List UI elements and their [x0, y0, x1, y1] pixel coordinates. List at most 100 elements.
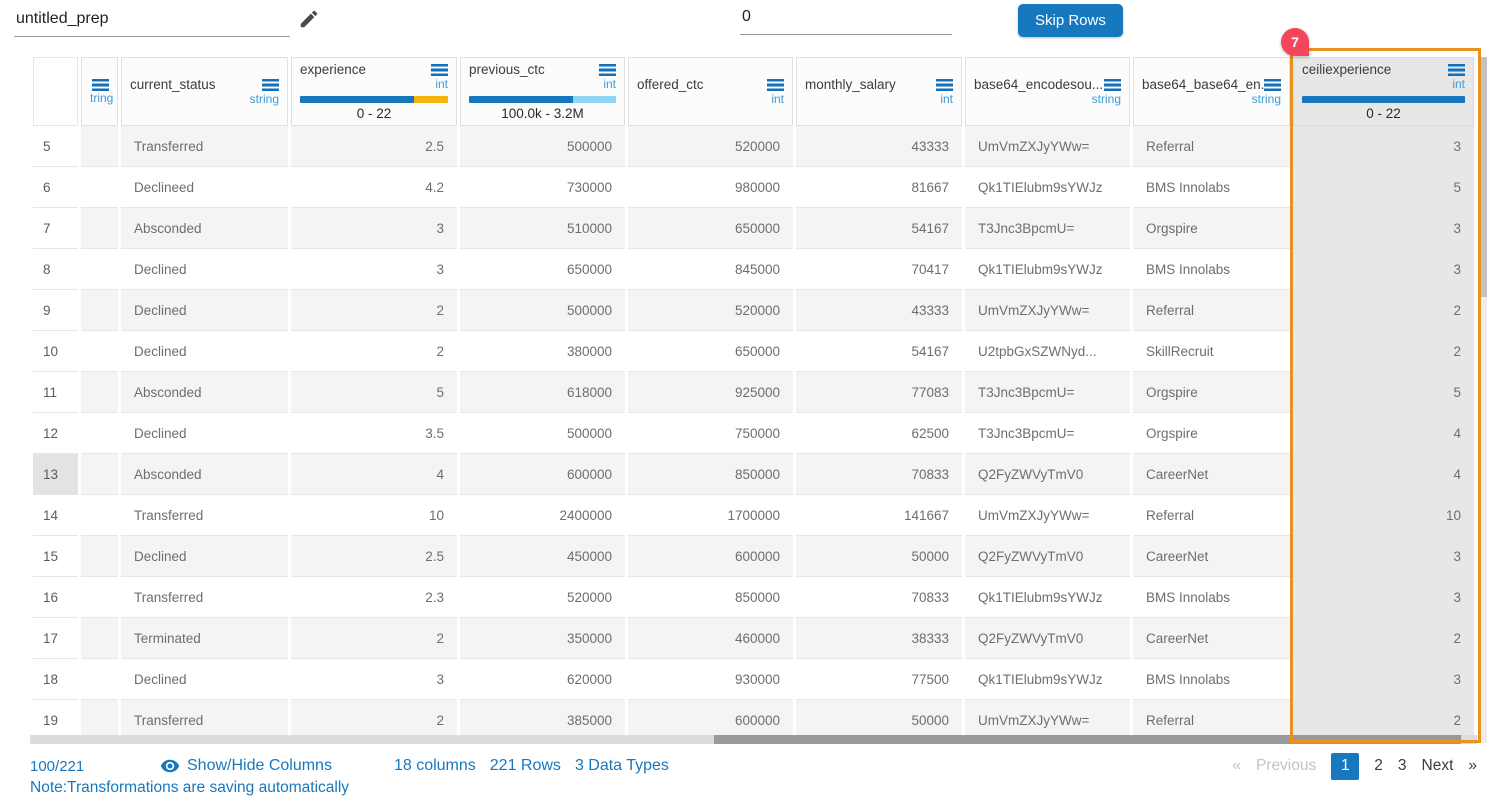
skip-rows-input[interactable] [740, 6, 952, 35]
table-cell[interactable]: Declined [121, 413, 288, 454]
table-cell[interactable]: Referral [1133, 290, 1290, 331]
table-cell[interactable]: CareerNet [1133, 454, 1290, 495]
table-cell[interactable]: 2.5 [291, 126, 457, 167]
table-cell[interactable]: T3Jnc3BpcmU= [965, 208, 1130, 249]
table-cell[interactable]: 850000 [628, 454, 793, 495]
step-count-badge[interactable]: 7 [1281, 28, 1309, 56]
table-cell[interactable]: Declined [121, 536, 288, 577]
table-cell[interactable]: 2.3 [291, 577, 457, 618]
column-header-experience[interactable]: experienceint0 - 22 [291, 57, 457, 126]
table-cell[interactable]: 2 [291, 290, 457, 331]
table-cell[interactable]: CareerNet [1133, 536, 1290, 577]
row-number-cell[interactable]: 13 [33, 454, 78, 495]
column-header-base64_base64_en...[interactable]: base64_base64_en...string [1133, 57, 1290, 126]
table-cell[interactable]: 3 [1293, 126, 1474, 167]
table-cell[interactable]: 10 [291, 495, 457, 536]
table-cell[interactable]: 54167 [796, 208, 962, 249]
table-cell[interactable] [81, 536, 118, 577]
table-cell[interactable]: 380000 [460, 331, 625, 372]
table-cell[interactable]: 845000 [628, 249, 793, 290]
table-cell[interactable]: 460000 [628, 618, 793, 659]
table-cell[interactable] [81, 454, 118, 495]
table-cell[interactable]: Transferred [121, 577, 288, 618]
page-1-button[interactable]: 1 [1331, 753, 1359, 780]
next-button[interactable]: Next [1422, 757, 1454, 775]
table-cell[interactable]: 5 [1293, 167, 1474, 208]
table-cell[interactable]: 925000 [628, 372, 793, 413]
table-cell[interactable] [81, 126, 118, 167]
column-menu-icon[interactable] [936, 79, 953, 91]
table-cell[interactable]: U2tpbGxSZWNyd... [965, 331, 1130, 372]
table-cell[interactable]: 930000 [628, 659, 793, 700]
table-cell[interactable]: T3Jnc3BpcmU= [965, 413, 1130, 454]
table-cell[interactable]: 3 [1293, 249, 1474, 290]
page-2-button[interactable]: 2 [1374, 757, 1383, 775]
table-cell[interactable]: 2.5 [291, 536, 457, 577]
table-cell[interactable]: Orgspire [1133, 372, 1290, 413]
table-cell[interactable]: UmVmZXJyYWw= [965, 495, 1130, 536]
table-cell[interactable]: BMS Innolabs [1133, 577, 1290, 618]
table-cell[interactable]: 10 [1293, 495, 1474, 536]
table-cell[interactable]: 43333 [796, 290, 962, 331]
table-cell[interactable]: 650000 [460, 249, 625, 290]
table-cell[interactable]: Declineed [121, 167, 288, 208]
row-number-cell[interactable]: 8 [33, 249, 78, 290]
table-cell[interactable] [81, 290, 118, 331]
data-types-count[interactable]: 3 Data Types [575, 757, 669, 775]
table-cell[interactable]: 2 [291, 331, 457, 372]
column-menu-icon[interactable] [1104, 79, 1121, 91]
table-cell[interactable]: 510000 [460, 208, 625, 249]
table-cell[interactable]: 1700000 [628, 495, 793, 536]
edit-pencil-icon[interactable] [298, 8, 320, 30]
column-header-base64_encodesou...[interactable]: base64_encodesou...string [965, 57, 1130, 126]
table-cell[interactable]: 4 [1293, 413, 1474, 454]
table-cell[interactable]: Absconded [121, 372, 288, 413]
table-cell[interactable]: 43333 [796, 126, 962, 167]
table-cell[interactable]: 2 [1293, 618, 1474, 659]
row-number-cell[interactable]: 17 [33, 618, 78, 659]
table-cell[interactable]: 350000 [460, 618, 625, 659]
table-cell[interactable]: 3 [1293, 536, 1474, 577]
column-menu-icon[interactable] [599, 64, 616, 76]
row-number-cell[interactable]: 14 [33, 495, 78, 536]
table-cell[interactable]: 2400000 [460, 495, 625, 536]
table-cell[interactable] [81, 372, 118, 413]
table-cell[interactable]: 3.5 [291, 413, 457, 454]
row-number-cell[interactable]: 5 [33, 126, 78, 167]
table-cell[interactable]: SkillRecruit [1133, 331, 1290, 372]
table-cell[interactable]: Terminated [121, 618, 288, 659]
table-cell[interactable]: 3 [291, 659, 457, 700]
table-cell[interactable]: 70417 [796, 249, 962, 290]
table-cell[interactable]: 3 [291, 208, 457, 249]
row-number-cell[interactable]: 18 [33, 659, 78, 700]
table-cell[interactable] [81, 208, 118, 249]
table-cell[interactable]: 3 [1293, 208, 1474, 249]
table-cell[interactable]: Referral [1133, 495, 1290, 536]
rows-count[interactable]: 221 Rows [490, 757, 561, 775]
skip-rows-button[interactable]: Skip Rows [1018, 4, 1123, 37]
table-cell[interactable]: CareerNet [1133, 618, 1290, 659]
vertical-scrollbar-thumb[interactable] [1481, 57, 1487, 297]
show-hide-columns-button[interactable]: Show/Hide Columns [160, 756, 332, 776]
table-cell[interactable]: Transferred [121, 495, 288, 536]
table-cell[interactable]: Transferred [121, 126, 288, 167]
table-cell[interactable]: 5 [1293, 372, 1474, 413]
table-cell[interactable]: 3 [1293, 577, 1474, 618]
table-cell[interactable] [81, 495, 118, 536]
column-menu-icon[interactable] [262, 79, 279, 91]
table-cell[interactable]: 618000 [460, 372, 625, 413]
table-cell[interactable]: UmVmZXJyYWw= [965, 126, 1130, 167]
row-number-cell[interactable]: 6 [33, 167, 78, 208]
row-number-cell[interactable]: 16 [33, 577, 78, 618]
table-cell[interactable]: 4.2 [291, 167, 457, 208]
table-cell[interactable]: 81667 [796, 167, 962, 208]
horizontal-scrollbar[interactable] [30, 735, 1477, 744]
table-cell[interactable]: T3Jnc3BpcmU= [965, 372, 1130, 413]
column-menu-icon[interactable] [92, 79, 109, 91]
table-cell[interactable]: 850000 [628, 577, 793, 618]
table-cell[interactable]: 70833 [796, 577, 962, 618]
column-menu-icon[interactable] [1448, 64, 1465, 76]
table-cell[interactable]: Referral [1133, 126, 1290, 167]
table-cell[interactable]: BMS Innolabs [1133, 167, 1290, 208]
table-cell[interactable]: 600000 [628, 536, 793, 577]
